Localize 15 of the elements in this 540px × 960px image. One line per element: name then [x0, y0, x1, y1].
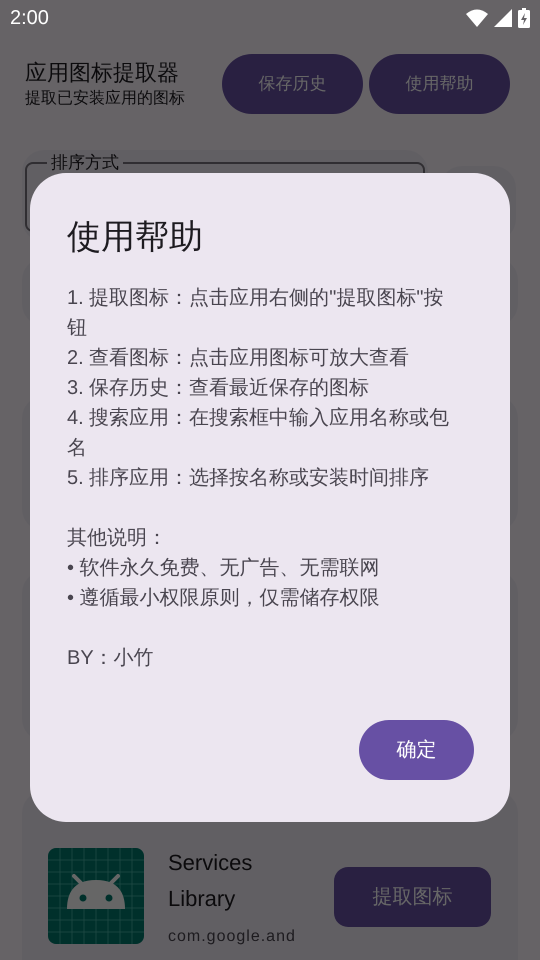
- help-text-line: 4. 搜索应用：在搜索框中输入应用名称或包名: [67, 406, 450, 461]
- help-text-line: 5. 排序应用：选择按名称或安装时间排序: [67, 466, 430, 491]
- app-title: 应用图标提取器: [25, 59, 180, 87]
- help-text-line: 其他说明：: [67, 526, 168, 551]
- help-text-line: • 软件永久免费、无广告、无需联网: [67, 556, 381, 581]
- status-time: 2:00: [10, 6, 49, 31]
- package-name: com.google.and: [168, 927, 297, 947]
- help-text-line: 1. 提取图标：点击应用右侧的"提取图标"按钮: [67, 286, 444, 341]
- help-text-line: 3. 保存历史：查看最近保存的图标: [67, 376, 370, 401]
- app-subtitle: 提取已安装应用的图标: [25, 88, 185, 109]
- help-text-line: • 遵循最小权限原则，仅需储存权限: [67, 586, 381, 611]
- app-name: Services Library: [168, 849, 254, 913]
- help-text-line: 2. 查看图标：点击应用图标可放大查看: [67, 346, 410, 371]
- help-text-line: BY：小竹: [67, 646, 155, 671]
- dialog-title: 使用帮助: [67, 217, 204, 258]
